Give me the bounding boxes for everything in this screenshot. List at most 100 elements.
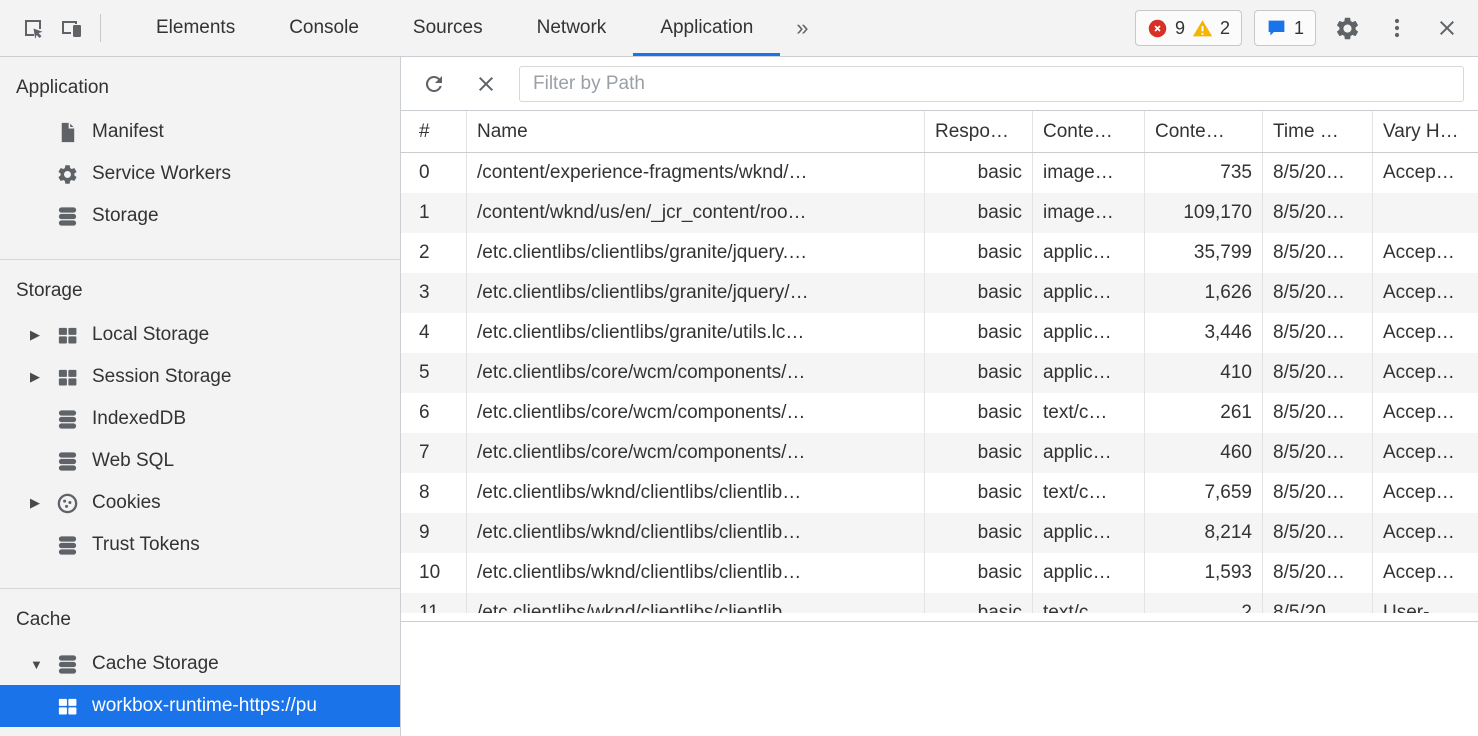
- error-count: 9: [1175, 18, 1185, 39]
- sidebar-item-indexeddb[interactable]: IndexedDB: [0, 398, 400, 440]
- sidebar-item-storage[interactable]: Storage: [0, 195, 400, 237]
- cell-name: /etc.clientlibs/clientlibs/granite/utils…: [467, 313, 925, 353]
- sidebar-item-application-cache[interactable]: Application Cache: [0, 727, 400, 736]
- settings-gear-icon[interactable]: [1328, 9, 1366, 47]
- table-row[interactable]: 1 /content/wknd/us/en/_jcr_content/roo… …: [401, 193, 1478, 233]
- cell-vary-header: Accep…: [1373, 153, 1478, 193]
- cell-content-length: 7,659: [1145, 473, 1263, 513]
- cell-index: 3: [401, 273, 467, 313]
- clear-icon[interactable]: [467, 65, 505, 103]
- cell-content-type: text/c…: [1033, 473, 1145, 513]
- kebab-menu-icon[interactable]: [1378, 9, 1416, 47]
- device-toolbar-icon[interactable]: [52, 9, 90, 47]
- cache-table: # Name Respo… Conte… Conte… Time … Vary …: [401, 111, 1478, 613]
- cell-content-length: 735: [1145, 153, 1263, 193]
- column-header-name[interactable]: Name: [467, 111, 925, 152]
- cell-index: 10: [401, 553, 467, 593]
- sidebar-item-web-sql[interactable]: Web SQL: [0, 440, 400, 482]
- tab-network[interactable]: Network: [510, 0, 634, 56]
- cell-name: /content/experience-fragments/wknd/…: [467, 153, 925, 193]
- cell-content-type: applic…: [1033, 233, 1145, 273]
- sidebar-item-local-storage[interactable]: ▶ Local Storage: [0, 314, 400, 356]
- expander-expanded-icon[interactable]: ▼: [30, 657, 56, 672]
- table-row[interactable]: 6 /etc.clientlibs/core/wcm/components/… …: [401, 393, 1478, 433]
- sidebar-item-cookies[interactable]: ▶ Cookies: [0, 482, 400, 524]
- cell-content-type: applic…: [1033, 313, 1145, 353]
- table-row[interactable]: 3 /etc.clientlibs/clientlibs/granite/jqu…: [401, 273, 1478, 313]
- column-header-index[interactable]: #: [401, 111, 467, 152]
- table-row[interactable]: 9 /etc.clientlibs/wknd/clientlibs/client…: [401, 513, 1478, 553]
- table-row[interactable]: 10 /etc.clientlibs/wknd/clientlibs/clien…: [401, 553, 1478, 593]
- database-icon: [56, 534, 79, 557]
- cache-entry-preview-pane: [401, 621, 1478, 736]
- cell-name: /etc.clientlibs/clientlibs/granite/jquer…: [467, 273, 925, 313]
- column-header-response-type[interactable]: Respo…: [925, 111, 1033, 152]
- cell-response-type: basic: [925, 433, 1033, 473]
- issues-badge[interactable]: 9 2: [1135, 10, 1242, 46]
- table-row[interactable]: 4 /etc.clientlibs/clientlibs/granite/uti…: [401, 313, 1478, 353]
- cell-index: 5: [401, 353, 467, 393]
- column-header-content-type[interactable]: Conte…: [1033, 111, 1145, 152]
- tab-sources[interactable]: Sources: [386, 0, 510, 56]
- devtools-body: Application Manifest Service Workers Sto…: [0, 57, 1478, 736]
- sidebar-item-label: IndexedDB: [92, 408, 186, 430]
- cookie-icon: [56, 492, 79, 515]
- sidebar-item-label: Cache Storage: [92, 653, 219, 675]
- close-devtools-icon[interactable]: [1428, 9, 1466, 47]
- messages-badge[interactable]: 1: [1254, 10, 1316, 46]
- expander-collapsed-icon[interactable]: ▶: [30, 495, 56, 511]
- expander-collapsed-icon[interactable]: ▶: [30, 369, 56, 385]
- cell-response-type: basic: [925, 393, 1033, 433]
- more-tabs-button[interactable]: »: [780, 0, 824, 56]
- sidebar-item-label: Local Storage: [92, 324, 209, 346]
- toolbar-divider: [100, 14, 101, 42]
- table-row[interactable]: 2 /etc.clientlibs/clientlibs/granite/jqu…: [401, 233, 1478, 273]
- sidebar-item-trust-tokens[interactable]: Trust Tokens: [0, 524, 400, 566]
- database-icon: [56, 653, 79, 676]
- table-icon: [56, 695, 79, 718]
- cell-vary-header: Accep…: [1373, 353, 1478, 393]
- message-count: 1: [1294, 18, 1304, 39]
- cell-time-cached: 8/5/20…: [1263, 353, 1373, 393]
- error-icon: [1147, 18, 1168, 39]
- tab-application[interactable]: Application: [633, 0, 780, 56]
- database-icon: [56, 205, 79, 228]
- table-icon: [56, 324, 79, 347]
- table-row[interactable]: 0 /content/experience-fragments/wknd/… b…: [401, 153, 1478, 193]
- cell-content-length: 261: [1145, 393, 1263, 433]
- table-row[interactable]: 11 /etc.clientlibs/wknd/clientlibs/clien…: [401, 593, 1478, 613]
- column-header-vary-header[interactable]: Vary H…: [1373, 111, 1478, 152]
- cell-name: /etc.clientlibs/wknd/clientlibs/clientli…: [467, 473, 925, 513]
- cell-time-cached: 8/5/20…: [1263, 553, 1373, 593]
- cell-content-length: 109,170: [1145, 193, 1263, 233]
- cell-index: 2: [401, 233, 467, 273]
- cell-content-type: image…: [1033, 193, 1145, 233]
- cell-time-cached: 8/5/20…: [1263, 193, 1373, 233]
- table-row[interactable]: 5 /etc.clientlibs/core/wcm/components/… …: [401, 353, 1478, 393]
- cell-vary-header: Accep…: [1373, 553, 1478, 593]
- filter-by-path-input[interactable]: [519, 66, 1464, 102]
- column-header-time-cached[interactable]: Time …: [1263, 111, 1373, 152]
- inspect-element-icon[interactable]: [14, 9, 52, 47]
- sidebar-item-label: Service Workers: [92, 163, 231, 185]
- sidebar-item-service-workers[interactable]: Service Workers: [0, 153, 400, 195]
- column-header-content-length[interactable]: Conte…: [1145, 111, 1263, 152]
- cell-time-cached: 8/5/20…: [1263, 473, 1373, 513]
- cell-time-cached: 8/5/20…: [1263, 233, 1373, 273]
- sidebar-item-manifest[interactable]: Manifest: [0, 111, 400, 153]
- sidebar-item-cache-storage[interactable]: ▼ Cache Storage: [0, 643, 400, 685]
- table-row[interactable]: 8 /etc.clientlibs/wknd/clientlibs/client…: [401, 473, 1478, 513]
- tab-console[interactable]: Console: [262, 0, 386, 56]
- cell-vary-header: Accep…: [1373, 473, 1478, 513]
- tab-elements[interactable]: Elements: [129, 0, 262, 56]
- cell-content-length: 2: [1145, 593, 1263, 613]
- sidebar-item-session-storage[interactable]: ▶ Session Storage: [0, 356, 400, 398]
- cell-vary-header: Accep…: [1373, 433, 1478, 473]
- table-row[interactable]: 7 /etc.clientlibs/core/wcm/components/… …: [401, 433, 1478, 473]
- cache-table-body: 0 /content/experience-fragments/wknd/… b…: [401, 153, 1478, 613]
- sidebar-item-workbox-runtime-cache[interactable]: workbox-runtime-https://pu: [0, 685, 400, 727]
- refresh-icon[interactable]: [415, 65, 453, 103]
- section-title-application: Application: [0, 57, 400, 111]
- gear-icon: [56, 163, 79, 186]
- expander-collapsed-icon[interactable]: ▶: [30, 327, 56, 343]
